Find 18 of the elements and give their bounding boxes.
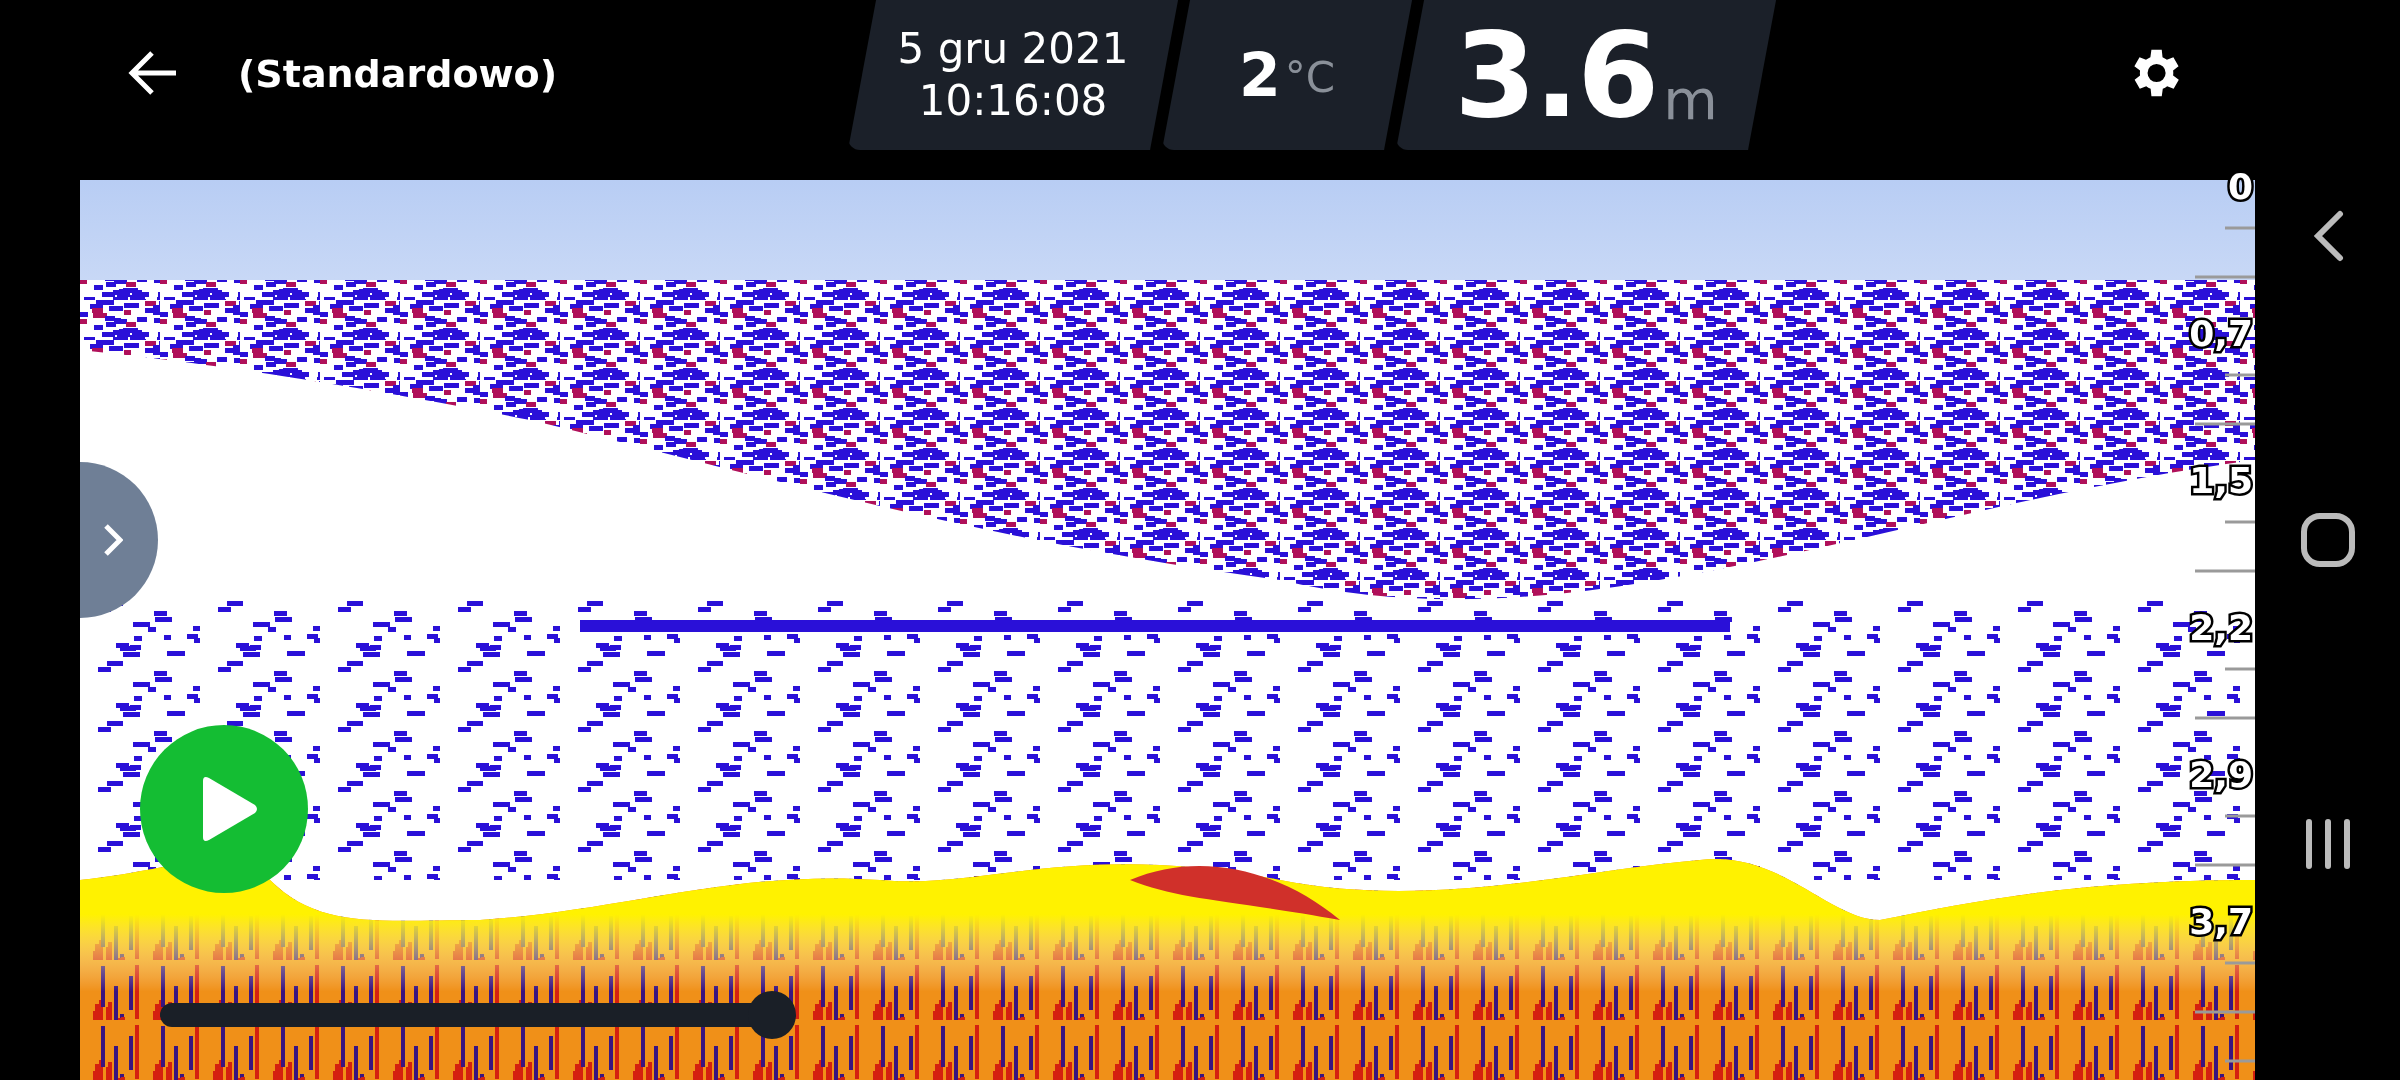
date-text: 5 gru 2021 — [897, 22, 1129, 75]
temperature-unit: °C — [1284, 53, 1336, 102]
rounded-square-icon — [2299, 512, 2356, 568]
depth-scale-label: 3,7 — [2189, 900, 2253, 944]
depth-scale-label: 2,9 — [2189, 753, 2253, 797]
depth-scale-label: 1,5 — [2189, 459, 2253, 503]
chevron-left-icon — [2311, 210, 2344, 262]
system-back-button[interactable] — [2311, 210, 2344, 262]
temperature-value: 2 — [1239, 40, 1279, 110]
depth-unit: m — [1663, 67, 1718, 132]
profile-title: (Standardowo) — [238, 52, 558, 96]
depth-value: 3.6 — [1454, 6, 1658, 144]
arrow-left-icon — [128, 50, 178, 96]
time-text: 10:16:08 — [918, 75, 1108, 127]
back-button[interactable] — [128, 50, 178, 96]
depth-scale-label: 2,2 — [2189, 606, 2253, 650]
chevron-right-icon — [103, 523, 123, 557]
home-button[interactable] — [2299, 512, 2356, 568]
